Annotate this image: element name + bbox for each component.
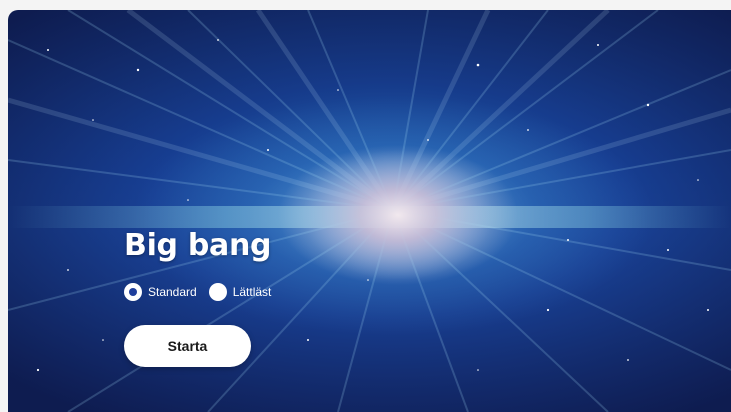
radio-lattlast[interactable]: Lättläst	[208, 283, 272, 301]
radio-standard[interactable]: Standard	[124, 283, 197, 301]
page: Big bang Standard Lättläst Starta	[0, 0, 731, 412]
radio-lattlast-label: Lättläst	[232, 285, 272, 299]
hero-banner: Big bang Standard Lättläst Starta	[8, 10, 731, 412]
radio-standard-indicator[interactable]	[124, 283, 142, 301]
radio-standard-label: Standard	[148, 285, 197, 299]
start-button[interactable]: Starta	[124, 325, 251, 367]
page-title: Big bang	[124, 228, 272, 263]
radio-lattlast-indicator[interactable]	[208, 283, 227, 301]
big-bang-background-image	[8, 10, 731, 412]
reading-mode-radio-group: Standard Lättläst	[124, 282, 283, 302]
